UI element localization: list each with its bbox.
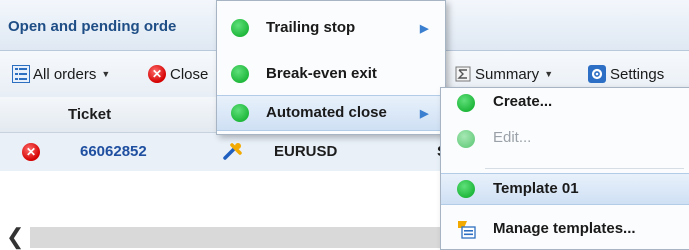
menu-item-break-even-exit[interactable]: Break-even exit [217,59,445,89]
menu-separator [485,168,684,169]
all-orders-dropdown[interactable]: All orders ▼ [12,64,110,84]
manage-templates-icon [455,219,477,243]
menu-item-label: Template 01 [493,180,579,197]
order-ticket: 66062852 [80,143,147,160]
caret-down-icon: ▼ [544,69,554,79]
chevron-left-icon[interactable]: ❮ [6,224,24,250]
menu-item-create[interactable]: Create... [441,88,689,118]
menu-item-edit[interactable]: Edit... [441,124,689,154]
green-dot-icon [231,104,249,122]
wrench-icon[interactable] [222,141,244,164]
settings-label: Settings [610,65,665,83]
menu-item-label: Create... [493,93,553,110]
summary-label: Summary [475,65,540,83]
green-dot-icon [231,65,249,83]
menu-item-label: Trailing stop [266,19,356,36]
menu-item-label: Automated close [266,104,387,121]
summary-icon [455,66,471,82]
submenu-arrow-icon: ▶ [420,23,429,35]
order-context-menu: Trailing stop ▶ Break-even exit Automate… [216,0,446,135]
caret-down-icon: ▼ [101,69,111,79]
menu-item-manage-templates[interactable]: Manage templates... [441,214,689,244]
close-label: Close [170,65,209,83]
close-order-icon[interactable]: ✕ [22,143,40,161]
order-symbol: EURUSD [274,143,338,160]
menu-item-label: Manage templates... [493,220,636,237]
settings-icon [588,65,606,83]
menu-item-template-01[interactable]: Template 01 [441,173,689,205]
green-dot-icon [457,130,475,148]
column-header-ticket[interactable]: Ticket [68,106,111,123]
summary-dropdown[interactable]: Summary ▼ [455,64,553,84]
all-orders-label: All orders [33,65,97,83]
menu-item-automated-close[interactable]: Automated close ▶ [217,95,445,131]
close-button[interactable]: ✕ Close [148,64,208,84]
green-dot-icon [457,180,475,198]
menu-item-label: Break-even exit [266,65,377,82]
green-dot-icon [457,94,475,112]
panel-title: Open and pending orde [8,18,177,35]
green-dot-icon [231,19,249,37]
menu-item-label: Edit... [493,129,532,146]
settings-dropdown[interactable]: Settings [588,64,664,84]
menu-item-trailing-stop[interactable]: Trailing stop ▶ [217,13,445,43]
all-orders-icon [12,65,30,83]
automated-close-submenu: Create... Edit... Template 01 Manage tem… [440,87,689,250]
close-icon: ✕ [148,65,166,83]
submenu-arrow-icon: ▶ [420,108,429,120]
